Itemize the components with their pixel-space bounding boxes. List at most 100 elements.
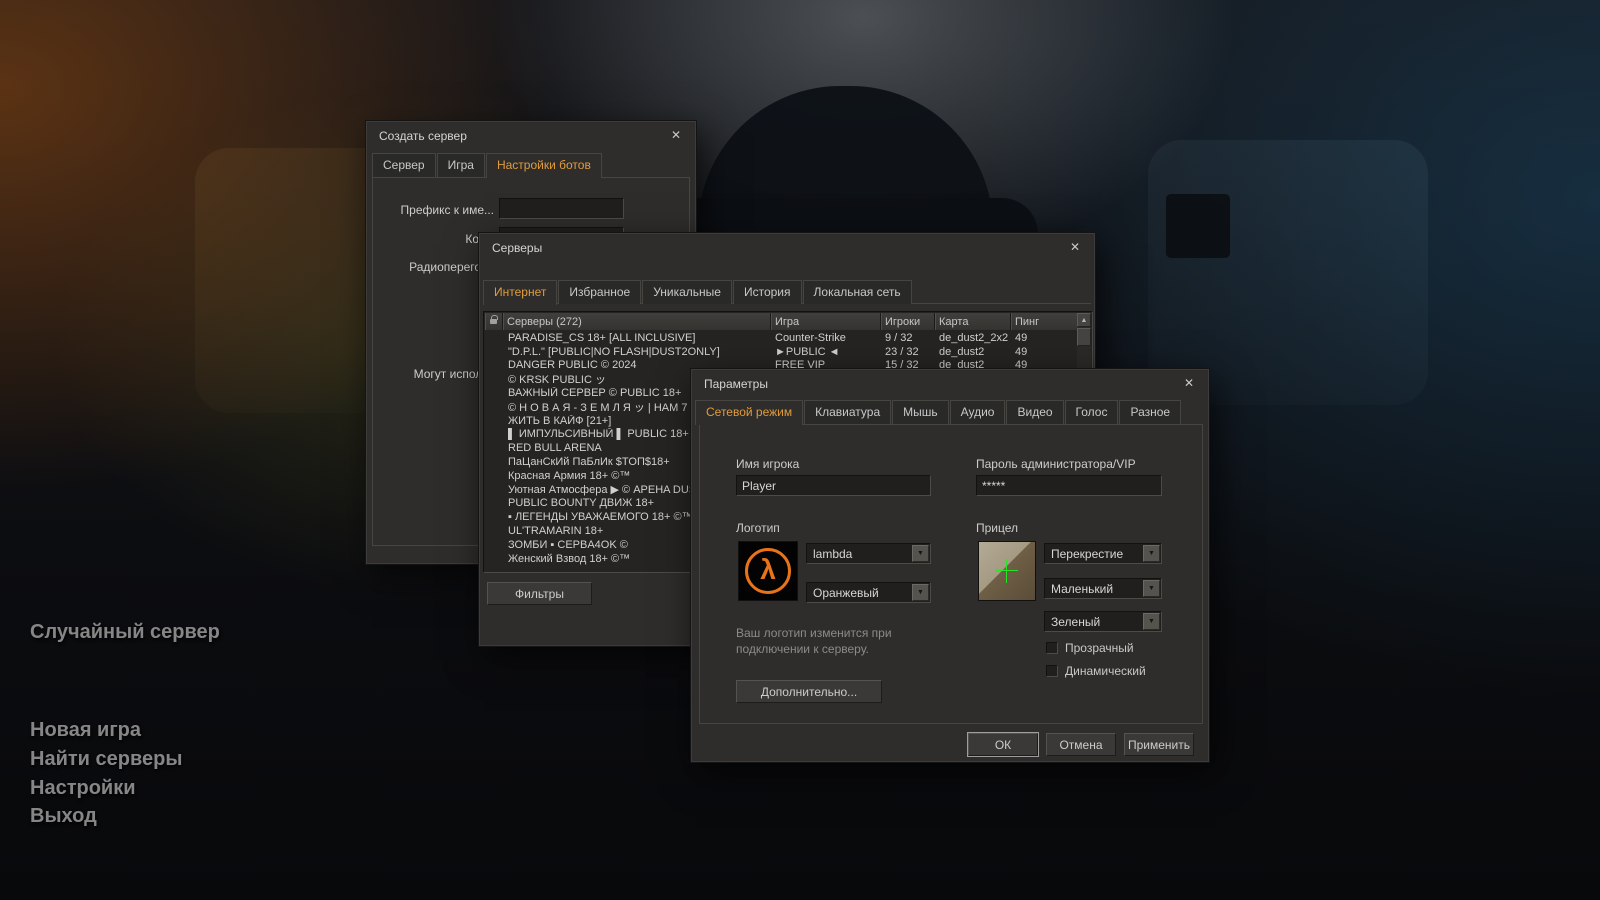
background-square (1166, 194, 1230, 258)
logo-type-value: lambda (807, 547, 911, 561)
tab-bot-settings[interactable]: Настройки ботов (486, 153, 602, 178)
options-window[interactable]: Параметры ✕ Сетевой режим Клавиатура Мыш… (690, 368, 1210, 763)
server-name: "D.P.L." [PUBLIC|NO FLASH|DUST2ONLY] (503, 346, 771, 358)
server-row[interactable]: PARADISE_CS 18+ [ALL INCLUSIVE] Counter-… (485, 331, 1077, 345)
logo-note: Ваш логотип изменится при подключении к … (736, 625, 941, 657)
crosshair-dynamic-label: Динамический (1065, 664, 1146, 678)
options-title: Параметры (704, 377, 768, 391)
close-icon[interactable]: ✕ (1181, 376, 1197, 390)
menu-item-find-servers[interactable]: Найти серверы (30, 748, 182, 771)
crosshair-dynamic-checkbox[interactable]: Динамический (1046, 664, 1146, 678)
logo-color-value: Оранжевый (807, 586, 911, 600)
logo-label: Логотип (736, 521, 780, 535)
players-column-header[interactable]: Игроки (881, 313, 935, 330)
chevron-down-icon[interactable]: ▼ (912, 584, 929, 601)
lambda-logo-preview: λ (738, 541, 798, 601)
scroll-thumb[interactable] (1077, 328, 1091, 346)
crosshair-vertical-line (1006, 559, 1007, 583)
bot-radio-label: Радиоперегово (374, 260, 494, 274)
lambda-icon: λ (745, 548, 791, 594)
tab-audio[interactable]: Аудио (950, 400, 1006, 424)
chevron-down-icon[interactable]: ▼ (1143, 580, 1160, 597)
map-column-header[interactable]: Карта (935, 313, 1011, 330)
menu-item-exit[interactable]: Выход (30, 805, 97, 828)
crosshair-size-select[interactable]: Маленький ▼ (1044, 578, 1162, 599)
game-column-header[interactable]: Игра (771, 313, 881, 330)
checkbox-box (1046, 642, 1058, 654)
apply-button[interactable]: Применить (1124, 733, 1194, 756)
server-map: de_dust2 (935, 346, 1011, 358)
server-game: ►PUBLIC ◄ (771, 346, 881, 358)
close-icon[interactable]: ✕ (668, 128, 684, 142)
create-server-title: Создать сервер (379, 129, 467, 143)
crosshair-transparent-label: Прозрачный (1065, 641, 1134, 655)
lock-column-header[interactable] (485, 313, 503, 330)
filters-button[interactable]: Фильтры (487, 582, 592, 605)
server-ping: 49 (1011, 346, 1077, 358)
chevron-down-icon[interactable]: ▼ (1143, 613, 1160, 630)
ping-column-header[interactable]: Пинг (1011, 313, 1077, 330)
crosshair-color-select[interactable]: Зеленый ▼ (1044, 611, 1162, 632)
bot-commands-label: Кома (374, 232, 494, 246)
crosshair-color-value: Зеленый (1045, 615, 1142, 629)
crosshair-type-select[interactable]: Перекрестие ▼ (1044, 543, 1162, 564)
crosshair-preview (978, 541, 1036, 601)
tab-keyboard[interactable]: Клавиатура (804, 400, 891, 424)
checkbox-box (1046, 665, 1058, 677)
lambda-glyph: λ (760, 556, 776, 584)
tab-voice[interactable]: Голос (1065, 400, 1119, 424)
logo-advanced-button[interactable]: Дополнительно... (736, 680, 882, 703)
admin-password-input[interactable] (976, 475, 1162, 496)
cancel-button[interactable]: Отмена (1046, 733, 1116, 756)
tab-mouse[interactable]: Мышь (892, 400, 949, 424)
server-game: Counter-Strike (771, 332, 881, 344)
tab-network-mode[interactable]: Сетевой режим (695, 400, 803, 425)
tab-game[interactable]: Игра (437, 153, 485, 177)
create-server-tabs: Сервер Игра Настройки ботов (372, 154, 603, 177)
scroll-up-icon[interactable]: ▲ (1077, 313, 1091, 327)
tab-misc[interactable]: Разное (1119, 400, 1181, 424)
tab-history[interactable]: История (733, 280, 802, 304)
tab-server[interactable]: Сервер (372, 153, 436, 177)
server-list-header: Серверы (272) Игра Игроки Карта Пинг (485, 313, 1077, 330)
lock-icon (490, 319, 497, 324)
tab-internet[interactable]: Интернет (483, 280, 557, 305)
server-row[interactable]: "D.P.L." [PUBLIC|NO FLASH|DUST2ONLY] ►PU… (485, 345, 1077, 359)
logo-color-select[interactable]: Оранжевый ▼ (806, 582, 931, 603)
tab-unique[interactable]: Уникальные (642, 280, 732, 304)
server-players: 9 / 32 (881, 332, 935, 344)
crosshair-horizontal-line (995, 570, 1018, 571)
tab-lan[interactable]: Локальная сеть (803, 280, 912, 304)
logo-type-select[interactable]: lambda ▼ (806, 543, 931, 564)
server-players: 23 / 32 (881, 346, 935, 358)
bot-can-use-label: Могут использ (374, 367, 494, 381)
crosshair-size-value: Маленький (1045, 582, 1142, 596)
menu-item-new-game[interactable]: Новая игра (30, 719, 141, 742)
chevron-down-icon[interactable]: ▼ (1143, 545, 1160, 562)
crosshair-transparent-checkbox[interactable]: Прозрачный (1046, 641, 1134, 655)
bot-prefix-input[interactable] (499, 198, 624, 219)
bot-prefix-label: Префикс к име... (374, 203, 494, 217)
servers-tabs: Интернет Избранное Уникальные История Ло… (483, 281, 913, 304)
servers-column-header[interactable]: Серверы (272) (503, 313, 771, 330)
server-map: de_dust2_2x2 (935, 332, 1011, 344)
desktop: Случайный сервер Новая игра Найти сервер… (0, 0, 1600, 900)
servers-title: Серверы (492, 241, 542, 255)
options-tabs: Сетевой режим Клавиатура Мышь Аудио Виде… (695, 401, 1182, 424)
chevron-down-icon[interactable]: ▼ (912, 545, 929, 562)
ct-soldier-silhouette (698, 86, 993, 236)
menu-item-random-server[interactable]: Случайный сервер (30, 621, 220, 644)
close-icon[interactable]: ✕ (1067, 240, 1083, 254)
server-ping: 49 (1011, 332, 1077, 344)
tab-video[interactable]: Видео (1006, 400, 1063, 424)
admin-password-label: Пароль администратора/VIP (976, 457, 1136, 471)
player-name-label: Имя игрока (736, 457, 799, 471)
player-name-input[interactable] (736, 475, 931, 496)
server-name: PARADISE_CS 18+ [ALL INCLUSIVE] (503, 332, 771, 344)
background-logo-shape-right (1148, 140, 1428, 405)
ok-button[interactable]: ОК (968, 733, 1038, 756)
crosshair-label: Прицел (976, 521, 1018, 535)
tab-favorites[interactable]: Избранное (558, 280, 641, 304)
menu-item-settings[interactable]: Настройки (30, 777, 136, 800)
crosshair-type-value: Перекрестие (1045, 547, 1142, 561)
